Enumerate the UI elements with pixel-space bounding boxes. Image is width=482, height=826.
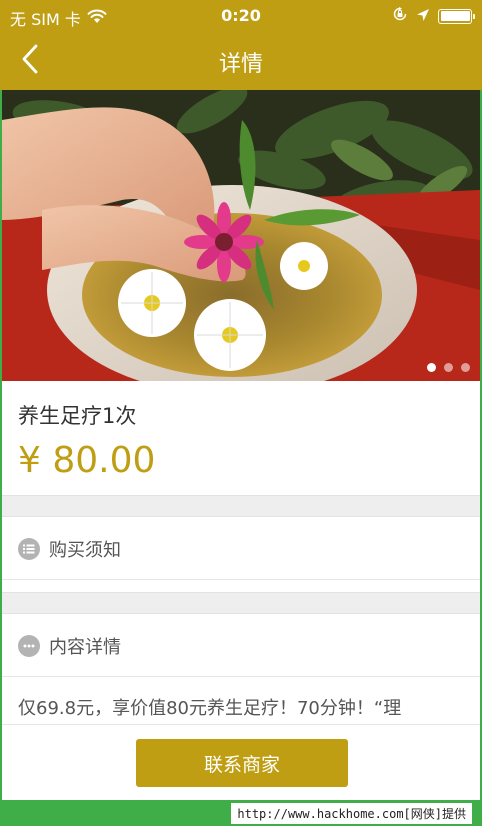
carousel-dot[interactable] [427,363,436,372]
status-right [392,6,475,26]
content-details-label: 内容详情 [49,636,121,658]
watermark-bar: http://www.hackhome.com[网侠]提供 [0,800,482,826]
banner-image [2,90,480,381]
section-divider [2,495,480,517]
bottom-action-bar: 联系商家 [2,724,480,800]
product-name: 养生足疗1次 [18,404,137,428]
battery-fill [440,11,470,21]
page-title: 详情 [218,52,263,77]
product-price: ¥ 80.00 [18,440,156,481]
list-icon [18,537,40,560]
purchase-notes-row[interactable]: 购买须知 [2,518,480,580]
contact-merchant-button[interactable]: 联系商家 [136,739,348,787]
more-dots-icon [18,634,40,657]
nav-bar: 详情 [0,32,482,90]
banner-carousel[interactable] [2,90,480,381]
carousel-dot[interactable] [444,363,453,372]
content-details-row[interactable]: 内容详情 [2,615,480,677]
status-bar: 无 SIM 卡 0:20 [0,0,482,32]
purchase-notes-label: 购买须知 [49,539,121,561]
watermark-text: http://www.hackhome.com[网侠]提供 [231,803,472,824]
content-description: 仅69.8元，享价值80元养生足疗！70分钟！“理 [18,698,402,719]
orientation-lock-icon [392,6,408,26]
location-arrow-icon [416,7,430,26]
carousel-indicator [427,363,470,372]
battery-icon [438,8,475,24]
section-divider [2,592,480,614]
carousel-dot[interactable] [461,363,470,372]
